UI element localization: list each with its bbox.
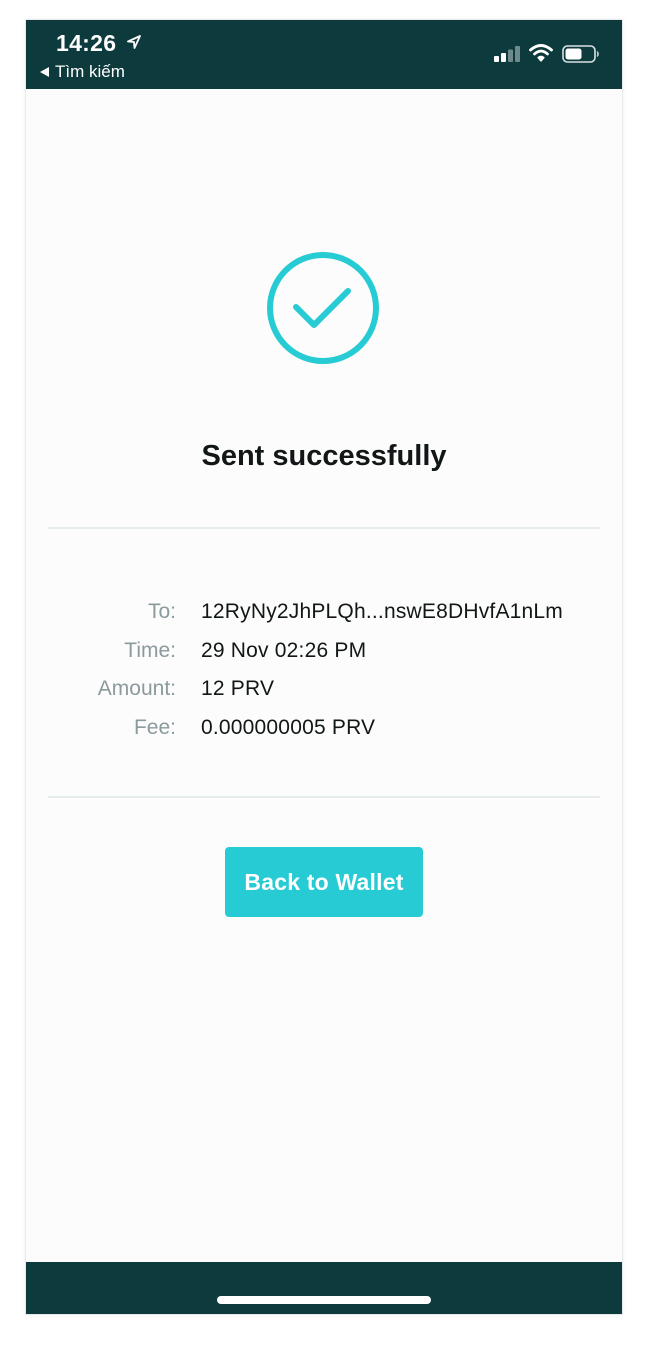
detail-label-fee: Fee: — [133, 715, 176, 739]
detail-value-fee: 0.000000005 PRV — [201, 715, 376, 739]
detail-value-to: 12RyNy2JhPLQh...nswE8DHvfA1nLm — [201, 600, 563, 623]
detail-label-amount: Amount: — [97, 677, 176, 700]
status-bar: 14:26 Tìm kiếm — [26, 20, 622, 89]
back-to-wallet-button[interactable]: Back to Wallet — [225, 847, 423, 917]
detail-row-amount: Amount: 12 PRV — [26, 673, 622, 712]
transaction-details: To: 12RyNy2JhPLQh...nswE8DHvfA1nLm Time:… — [26, 596, 622, 750]
home-indicator[interactable] — [217, 1296, 431, 1304]
detail-value-time: 29 Nov 02:26 PM — [201, 638, 367, 662]
status-time: 14:26 — [56, 30, 117, 56]
divider — [48, 527, 600, 529]
detail-label-time: Time: — [124, 638, 176, 662]
detail-label-to: To: — [147, 600, 176, 623]
back-to-search-label: Tìm kiếm — [55, 62, 125, 81]
cellular-signal-icon — [494, 46, 520, 62]
location-arrow-icon — [127, 35, 141, 49]
wifi-icon — [529, 44, 553, 62]
detail-row-time: Time: 29 Nov 02:26 PM — [26, 635, 622, 674]
battery-icon — [562, 45, 599, 63]
success-title: Sent successfully — [201, 440, 447, 472]
back-to-search-link[interactable]: Tìm kiếm — [40, 62, 125, 82]
divider — [48, 796, 600, 798]
check-circle-icon — [267, 252, 379, 364]
back-caret-icon — [40, 67, 49, 77]
detail-row-to: To: 12RyNy2JhPLQh...nswE8DHvfA1nLm — [26, 596, 622, 635]
phone-screen: 14:26 Tìm kiếm Sent successfully To: 12R… — [26, 20, 622, 1314]
detail-row-fee: Fee: 0.000000005 PRV — [26, 712, 622, 751]
detail-value-amount: 12 PRV — [201, 677, 275, 700]
home-bar-area — [26, 1262, 622, 1314]
